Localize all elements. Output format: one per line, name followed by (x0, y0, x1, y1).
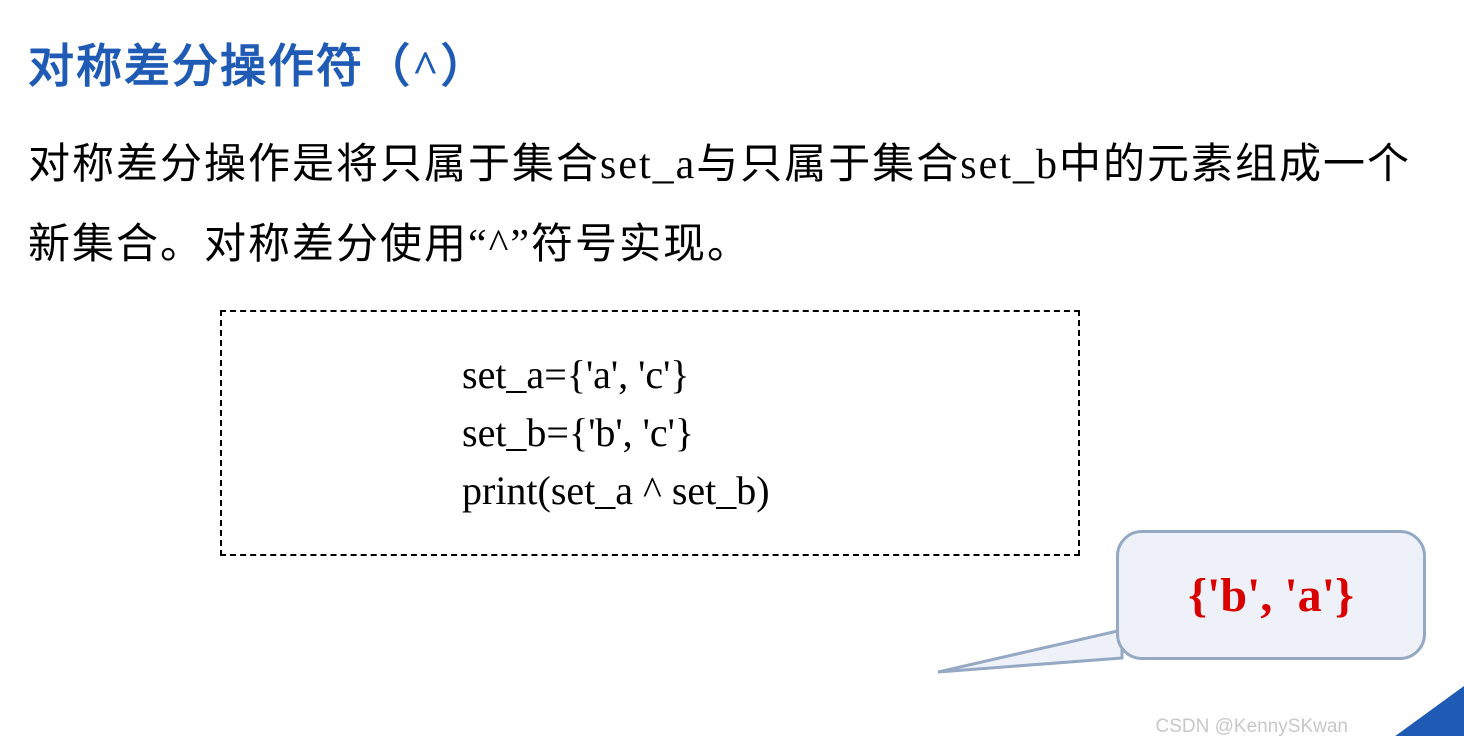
code-line-1: set_a={'a', 'c'} (462, 346, 1048, 404)
corner-decoration (1354, 686, 1464, 736)
output-callout: {'b', 'a'} (1116, 530, 1426, 660)
callout-bubble: {'b', 'a'} (1116, 530, 1426, 660)
watermark-text: CSDN @KennySKwan (1156, 716, 1348, 736)
code-example-box: set_a={'a', 'c'} set_b={'b', 'c'} print(… (220, 310, 1080, 556)
slide-heading: 对称差分操作符（^） (28, 30, 1464, 96)
code-line-3: print(set_a ^ set_b) (462, 462, 1048, 520)
callout-tail-icon (938, 624, 1138, 684)
slide-paragraph: 对称差分操作是将只属于集合set_a与只属于集合set_b中的元素组成一个新集合… (28, 126, 1424, 286)
code-line-2: set_b={'b', 'c'} (462, 404, 1048, 462)
callout-output-text: {'b', 'a'} (1188, 568, 1354, 623)
